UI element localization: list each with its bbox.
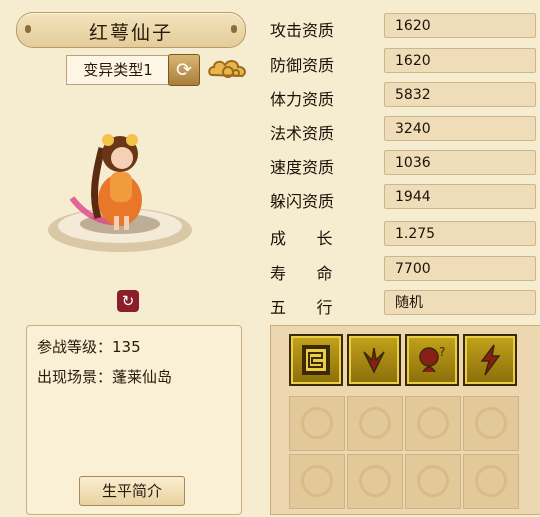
attr-label-element: 五 行 bbox=[270, 298, 333, 317]
cloud-icon[interactable] bbox=[206, 55, 250, 85]
slot-emblem-icon bbox=[301, 465, 333, 497]
pet-name: 红萼仙子 bbox=[88, 22, 173, 44]
empty-skill-slot[interactable] bbox=[405, 396, 461, 451]
svg-text:?: ? bbox=[439, 345, 445, 359]
attr-value-element: 随机 bbox=[384, 290, 536, 315]
slot-emblem-icon bbox=[359, 407, 391, 439]
empty-skill-slot[interactable] bbox=[289, 454, 345, 509]
rotate-icon: ↻ bbox=[121, 292, 135, 310]
attr-label-stamina: 体力资质 bbox=[270, 90, 335, 109]
variant-type-display: 变异类型1 bbox=[66, 55, 170, 85]
location-row: 出现场景：蓬莱仙岛 bbox=[37, 366, 172, 387]
attr-value-speed: 1036 bbox=[384, 150, 536, 175]
switch-variant-button[interactable]: ⟳ bbox=[168, 54, 200, 86]
attr-label-growth: 成 长 bbox=[270, 229, 333, 248]
slot-emblem-icon bbox=[475, 465, 507, 497]
empty-skill-slot[interactable] bbox=[347, 454, 403, 509]
empty-skill-slot[interactable] bbox=[347, 396, 403, 451]
skill-panel: ? bbox=[270, 325, 540, 515]
slot-emblem-icon bbox=[417, 465, 449, 497]
location-value: 蓬莱仙岛 bbox=[112, 368, 173, 386]
attr-label-attack: 攻击资质 bbox=[270, 21, 335, 40]
banner-right-ornament bbox=[231, 25, 237, 33]
battle-level-row: 参战等级：135 bbox=[37, 336, 141, 357]
pet-name-banner: 红萼仙子 bbox=[16, 12, 246, 48]
attr-label-defense: 防御资质 bbox=[270, 56, 335, 75]
empty-skill-slot[interactable] bbox=[289, 396, 345, 451]
skill-slot-3[interactable]: ? bbox=[405, 334, 459, 386]
attr-value-dodge: 1944 bbox=[384, 184, 536, 209]
attr-label-lifespan: 寿 命 bbox=[270, 264, 333, 283]
attr-value-magic: 3240 bbox=[384, 116, 536, 141]
skill-slot-1[interactable] bbox=[289, 334, 343, 386]
mystery-orb-skill-icon: ? bbox=[419, 345, 445, 373]
attr-value-growth: 1.275 bbox=[384, 221, 536, 246]
empty-skill-slot[interactable] bbox=[463, 454, 519, 509]
skill-slot-4[interactable] bbox=[463, 334, 517, 386]
location-label: 出现场景： bbox=[37, 368, 113, 386]
attr-value-lifespan: 7700 bbox=[384, 256, 536, 281]
biography-button[interactable]: 生平简介 bbox=[79, 476, 185, 506]
eagle-skill-icon bbox=[363, 347, 385, 374]
attr-value-attack: 1620 bbox=[384, 13, 536, 38]
rotate-character-button[interactable]: ↻ bbox=[117, 290, 139, 312]
slot-emblem-icon bbox=[417, 407, 449, 439]
attr-value-defense: 1620 bbox=[384, 48, 536, 73]
skill-slot-2[interactable] bbox=[347, 334, 401, 386]
scroll-skill-icon bbox=[302, 345, 330, 375]
slot-emblem-icon bbox=[301, 407, 333, 439]
slot-emblem-icon bbox=[359, 465, 391, 497]
empty-skill-slot[interactable] bbox=[405, 454, 461, 509]
attr-value-stamina: 5832 bbox=[384, 82, 536, 107]
attr-label-dodge: 躲闪资质 bbox=[270, 192, 335, 211]
battle-level-value: 135 bbox=[112, 338, 141, 356]
slot-emblem-icon bbox=[475, 407, 507, 439]
refresh-icon: ⟳ bbox=[176, 59, 192, 81]
empty-skill-slot[interactable] bbox=[463, 396, 519, 451]
pet-character-sprite bbox=[48, 134, 192, 252]
battle-level-label: 参战等级： bbox=[37, 338, 113, 356]
attr-label-speed: 速度资质 bbox=[270, 158, 335, 177]
lightning-skill-icon bbox=[480, 344, 501, 376]
attr-label-magic: 法术资质 bbox=[270, 124, 335, 143]
pet-info-panel: 参战等级：135 出现场景：蓬莱仙岛 生平简介 bbox=[26, 325, 242, 515]
